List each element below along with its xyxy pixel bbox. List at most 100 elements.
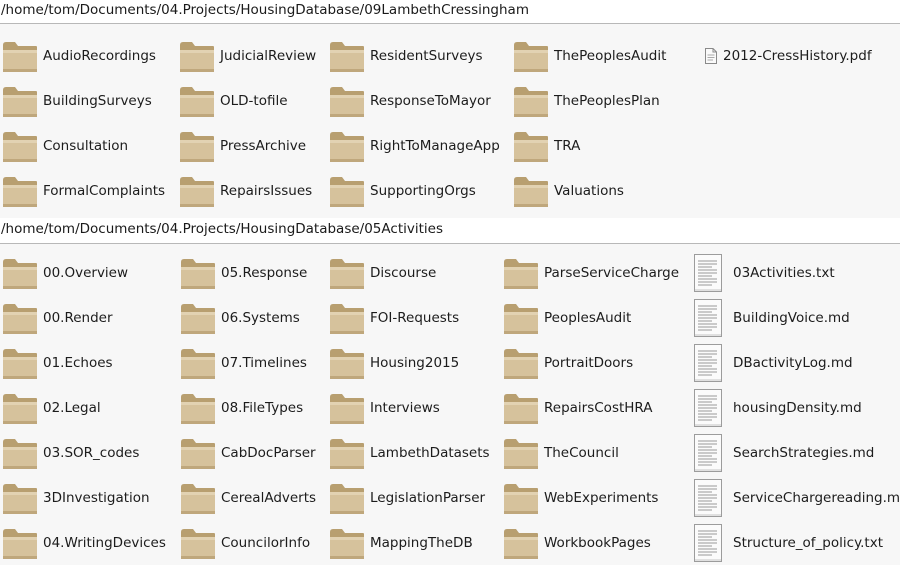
folder-icon (503, 346, 539, 380)
file-item-2012-cresshistory-pdf[interactable]: 2012-CressHistory.pdf (703, 33, 872, 78)
location-path-2: /home/tom/Documents/04.Projects/HousingD… (0, 219, 900, 241)
folder-icon (329, 481, 365, 515)
folder-icon (503, 391, 539, 425)
item-label: FormalComplaints (43, 182, 166, 199)
file-item-dbactivitylog-md[interactable]: DBactivityLog.md (692, 340, 853, 385)
folder-item-legislationparser[interactable]: LegislationParser (329, 475, 485, 520)
folder-icon (2, 39, 38, 73)
folder-item-residentsurveys[interactable]: ResidentSurveys (329, 33, 483, 78)
folder-item-thecouncil[interactable]: TheCouncil (503, 430, 619, 475)
item-label: 07.Timelines (221, 354, 307, 371)
item-label: LegislationParser (370, 489, 486, 506)
item-label: PeoplesAudit (544, 309, 632, 326)
folder-item-workbookpages[interactable]: WorkbookPages (503, 520, 651, 565)
file-item-servicechargereading-md[interactable]: ServiceChargereading.md (692, 475, 900, 520)
item-label: 04.WritingDevices (43, 534, 166, 551)
folder-item-foi-requests[interactable]: FOI-Requests (329, 295, 459, 340)
folder-icon (329, 39, 365, 73)
folder-item-peoplesaudit[interactable]: PeoplesAudit (503, 295, 631, 340)
folder-item-webexperiments[interactable]: WebExperiments (503, 475, 658, 520)
item-label: Discourse (370, 264, 437, 281)
folder-item-lambethdatasets[interactable]: LambethDatasets (329, 430, 490, 475)
text-file-icon (692, 298, 728, 338)
folder-item-supportingorgs[interactable]: SupportingOrgs (329, 168, 476, 213)
folder-item-valuations[interactable]: Valuations (513, 168, 624, 213)
folder-item-00-render[interactable]: 00.Render (2, 295, 113, 340)
text-file-icon (692, 433, 728, 473)
folder-item-cerealadverts[interactable]: CerealAdverts (180, 475, 316, 520)
folder-item-03-sor-codes[interactable]: 03.SOR_codes (2, 430, 139, 475)
folder-item-old-tofile[interactable]: OLD-tofile (179, 78, 288, 123)
folder-item-judicialreview[interactable]: JudicialReview (179, 33, 316, 78)
folder-item-08-filetypes[interactable]: 08.FileTypes (180, 385, 303, 430)
item-label: ServiceChargereading.md (733, 489, 900, 506)
item-label: Valuations (554, 182, 624, 199)
folder-icon (2, 301, 38, 335)
folder-item-interviews[interactable]: Interviews (329, 385, 440, 430)
folder-item-righttomanageapp[interactable]: RightToManageApp (329, 123, 500, 168)
folder-item-councilorinfo[interactable]: CouncilorInfo (180, 520, 310, 565)
folder-item-housing2015[interactable]: Housing2015 (329, 340, 459, 385)
item-label: 03Activities.txt (733, 264, 835, 281)
file-item-03activities-txt[interactable]: 03Activities.txt (692, 250, 835, 295)
folder-item-3dinvestigation[interactable]: 3DInvestigation (2, 475, 150, 520)
folder-item-formalcomplaints[interactable]: FormalComplaints (2, 168, 165, 213)
folder-item-responsetomayor[interactable]: ResponseToMayor (329, 78, 491, 123)
folder-item-portraitdoors[interactable]: PortraitDoors (503, 340, 633, 385)
folder-item-discourse[interactable]: Discourse (329, 250, 436, 295)
folder-icon (329, 346, 365, 380)
item-label: LambethDatasets (370, 444, 490, 461)
pdf-file-icon (704, 47, 718, 65)
folder-icon (179, 84, 215, 118)
folder-item-parseservicecharge[interactable]: ParseServiceCharge (503, 250, 679, 295)
folder-item-audiorecordings[interactable]: AudioRecordings (2, 33, 156, 78)
folder-icon (503, 526, 539, 560)
folder-item-thepeoplesaudit[interactable]: ThePeoplesAudit (513, 33, 666, 78)
folder-item-02-legal[interactable]: 02.Legal (2, 385, 101, 430)
item-label: OLD-tofile (220, 92, 288, 109)
item-label: 02.Legal (43, 399, 101, 416)
folder-icon (503, 436, 539, 470)
folder-item-06-systems[interactable]: 06.Systems (180, 295, 300, 340)
item-label: housingDensity.md (733, 399, 862, 416)
folder-item-pressarchive[interactable]: PressArchive (179, 123, 306, 168)
item-label: WorkbookPages (544, 534, 651, 551)
folder-item-consultation[interactable]: Consultation (2, 123, 128, 168)
folder-item-repairsissues[interactable]: RepairsIssues (179, 168, 312, 213)
file-item-buildingvoice-md[interactable]: BuildingVoice.md (692, 295, 850, 340)
folder-icon (329, 129, 365, 163)
folder-icon (180, 391, 216, 425)
folder-item-04-writingdevices[interactable]: 04.WritingDevices (2, 520, 166, 565)
item-label: CouncilorInfo (221, 534, 311, 551)
folder-item-buildingsurveys[interactable]: BuildingSurveys (2, 78, 152, 123)
folder-item-tra[interactable]: TRA (513, 123, 580, 168)
item-label: TRA (554, 137, 581, 154)
item-label: 08.FileTypes (221, 399, 304, 416)
folder-item-cabdocparser[interactable]: CabDocParser (180, 430, 316, 475)
file-item-housingdensity-md[interactable]: housingDensity.md (692, 385, 862, 430)
folder-icon (513, 39, 549, 73)
item-label: 2012-CressHistory.pdf (723, 47, 872, 64)
file-item-structure-of-policy-txt[interactable]: Structure_of_policy.txt (692, 520, 883, 565)
file-item-searchstrategies-md[interactable]: SearchStrategies.md (692, 430, 874, 475)
folder-item-thepeoplesplan[interactable]: ThePeoplesPlan (513, 78, 660, 123)
folder-icon (513, 84, 549, 118)
item-label: 01.Echoes (43, 354, 113, 371)
folder-icon (329, 301, 365, 335)
item-label: WebExperiments (544, 489, 659, 506)
text-file-icon (692, 478, 728, 518)
folder-item-05-response[interactable]: 05.Response (180, 250, 307, 295)
folder-icon (2, 526, 38, 560)
folder-icon (180, 256, 216, 290)
folder-icon (503, 301, 539, 335)
folder-item-repairscosthra[interactable]: RepairsCostHRA (503, 385, 653, 430)
folder-item-mappingthedb[interactable]: MappingTheDB (329, 520, 473, 565)
folder-item-07-timelines[interactable]: 07.Timelines (180, 340, 307, 385)
folder-item-01-echoes[interactable]: 01.Echoes (2, 340, 113, 385)
text-file-icon (692, 253, 728, 293)
folder-icon (180, 301, 216, 335)
file-grid-1[interactable]: AudioRecordings BuildingSurveys Consultati… (0, 24, 900, 218)
text-file-icon (692, 523, 728, 563)
file-grid-2[interactable]: 00.Overview 00.Render 01.Echoes 02.Legal 03.… (0, 244, 900, 565)
folder-item-00-overview[interactable]: 00.Overview (2, 250, 128, 295)
